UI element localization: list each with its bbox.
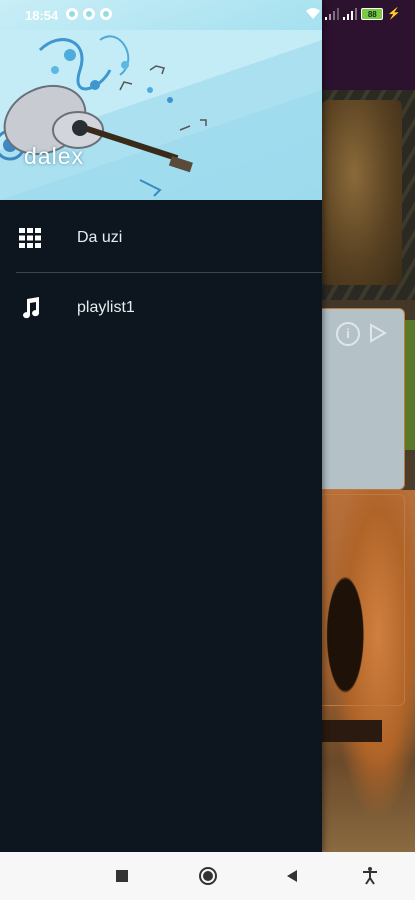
background-guitar-bridge <box>322 720 382 742</box>
battery-icon: 88 <box>361 7 384 20</box>
guitar-header-image <box>0 30 322 200</box>
navigation-drawer: dalex Da uzi playlist1 <box>0 0 322 852</box>
background-card-2 <box>322 494 405 706</box>
signal-icon <box>343 7 358 20</box>
info-icon: i <box>336 322 360 346</box>
charging-icon: ⚡ <box>387 8 401 20</box>
wifi-icon <box>306 7 321 19</box>
back-triangle-icon[interactable] <box>282 866 302 886</box>
background-plant <box>404 320 415 450</box>
facebook-icon <box>100 8 112 20</box>
recents-square-icon[interactable] <box>112 866 132 886</box>
home-circle-icon[interactable] <box>198 866 218 886</box>
background-image-1-detail <box>322 100 402 285</box>
circle-app-icon <box>83 8 95 20</box>
drawer-item-da-uzi[interactable]: Da uzi <box>0 203 322 273</box>
drawer-header: dalex <box>0 0 322 200</box>
status-bar: 18:54 88 ⚡ <box>0 0 415 30</box>
settings-icon <box>66 8 78 20</box>
drawer-item-label: Da uzi <box>77 229 123 246</box>
background-card <box>322 308 405 490</box>
system-nav-bar <box>0 852 415 900</box>
signal-icon <box>325 7 340 20</box>
status-time: 18:54 <box>25 8 59 23</box>
system-icons: 88 ⚡ <box>305 7 401 20</box>
drawer-account-name: dalex <box>24 143 84 169</box>
notification-icons <box>66 8 112 20</box>
drawer-item-playlist1[interactable]: playlist1 <box>0 273 322 343</box>
play-icon <box>370 323 388 343</box>
drawer-item-label: playlist1 <box>77 299 135 316</box>
music-note-icon <box>23 297 40 319</box>
grid-icon <box>19 228 41 248</box>
accessibility-icon[interactable] <box>360 866 380 886</box>
